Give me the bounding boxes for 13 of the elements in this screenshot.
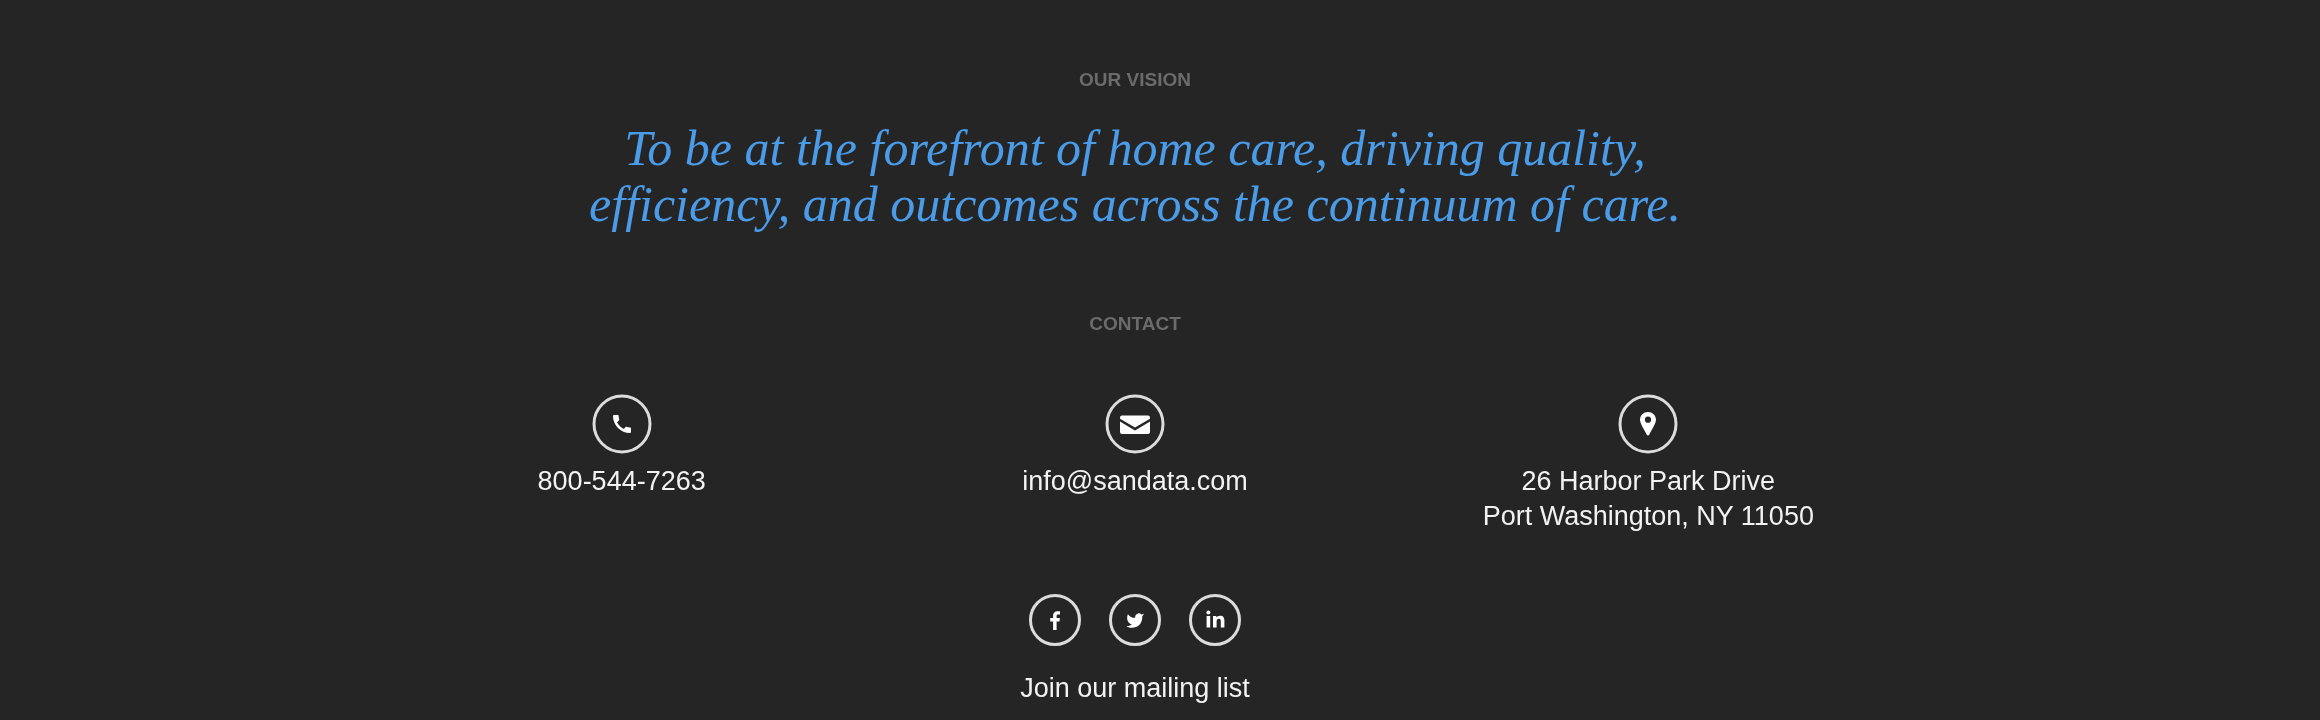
envelope-icon (1105, 394, 1165, 454)
vision-statement: To be at the forefront of home care, driving quality, efficiency, and outcomes across the continuum of care. (588, 120, 1682, 232)
email-address[interactable]: info@sandata.com (1022, 464, 1248, 499)
section-heading: CONTACT (1089, 312, 1181, 336)
section-heading: OUR VISION (1079, 68, 1191, 92)
street-address: 26 Harbor Park Drive Port Washington, NY 11050 (1482, 465, 1814, 533)
phone-icon (591, 394, 652, 454)
linkedin-icon[interactable] (1189, 594, 1241, 646)
facebook-icon[interactable] (1029, 594, 1081, 646)
map-pin-icon (1618, 394, 1679, 454)
mailing-list-link[interactable]: Join our mailing list (1020, 671, 1250, 706)
phone-number: 800-544-7263 (537, 465, 706, 498)
twitter-icon[interactable] (1109, 594, 1161, 646)
